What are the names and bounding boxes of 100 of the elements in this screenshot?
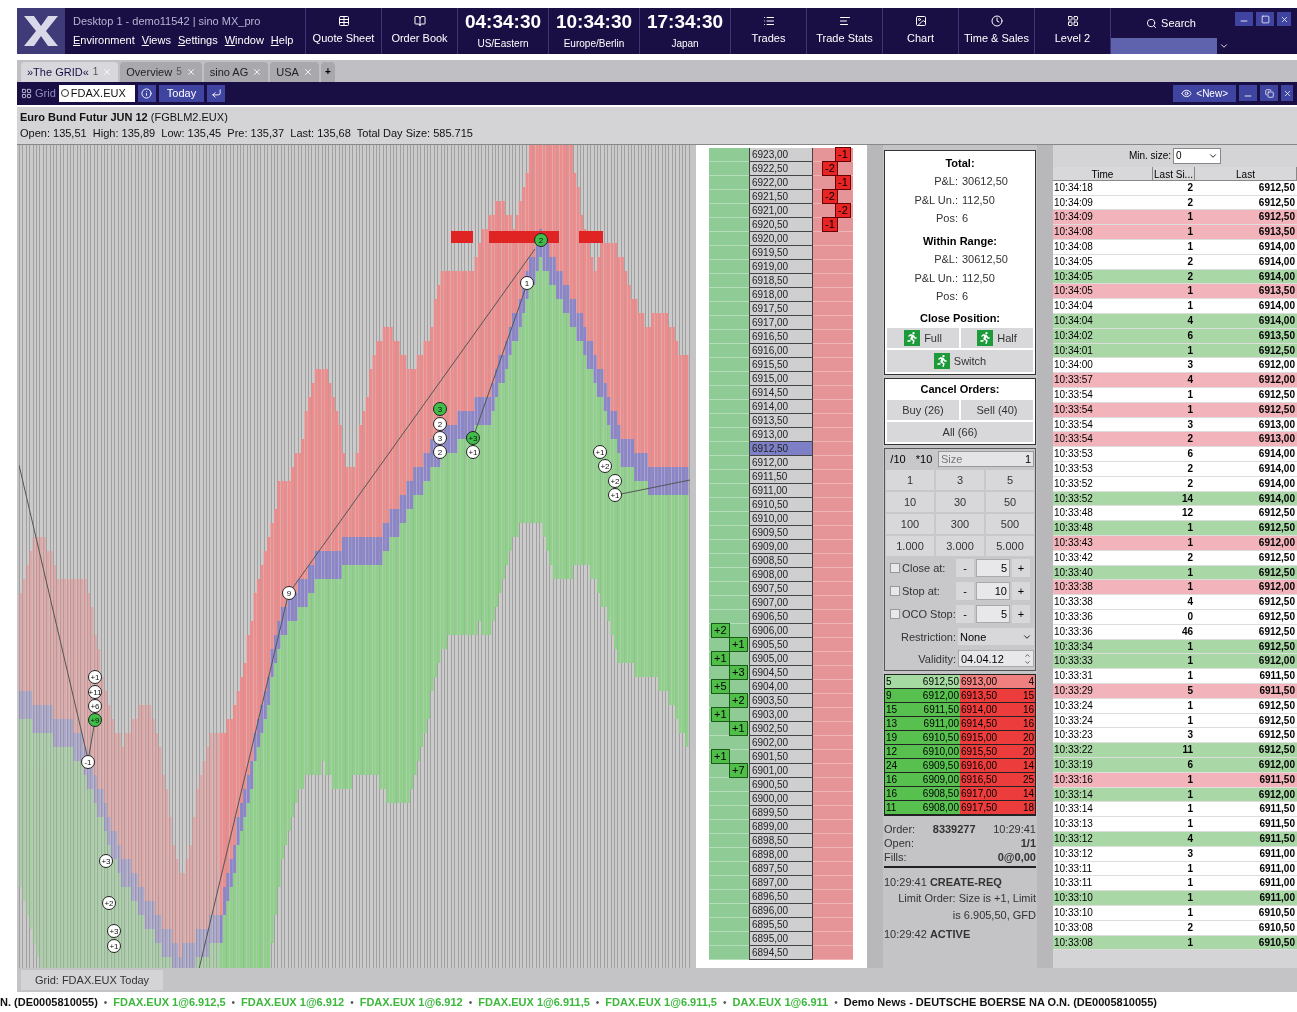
bid-cell[interactable]: +2 — [709, 623, 749, 638]
size-preset-button[interactable]: 3 — [936, 469, 984, 490]
enter-button[interactable] — [207, 84, 226, 102]
bid-cell[interactable]: +1 — [709, 721, 749, 736]
size-preset-button[interactable]: 5.000 — [986, 535, 1034, 556]
bottom-tab[interactable]: Grid: FDAX.EUX Today — [21, 970, 164, 991]
tab[interactable]: USA — [270, 61, 319, 82]
toolbar-button[interactable]: Time & Sales — [958, 8, 1034, 54]
size-cell-text: 0 — [1186, 610, 1194, 624]
cancel-buy-button[interactable]: Buy (26) — [887, 399, 959, 420]
bid-cell[interactable]: +1 — [709, 749, 749, 764]
view-button[interactable]: <New> — [1173, 84, 1236, 102]
size-field[interactable]: Size 1 — [938, 450, 1034, 467]
sell-order-badge[interactable]: -1 — [835, 146, 851, 162]
size-preset-button[interactable]: 5 — [986, 469, 1034, 490]
restriction-dropdown[interactable]: None — [958, 628, 1034, 646]
size-preset-button[interactable]: 30 — [936, 491, 984, 512]
increment-button[interactable]: + — [1012, 559, 1030, 578]
increment-button[interactable]: + — [1012, 605, 1030, 624]
bid-cell[interactable]: +7 — [709, 763, 749, 778]
minimize-button[interactable] — [1239, 85, 1257, 102]
column-header[interactable]: Time — [1053, 166, 1153, 180]
cancel-all-button[interactable]: All (66) — [887, 421, 1033, 442]
tab[interactable]: sino AG — [203, 61, 269, 82]
add-tab-button[interactable]: + — [320, 61, 335, 82]
decrement-button[interactable]: - — [956, 559, 974, 578]
minimize-button[interactable] — [1235, 12, 1253, 26]
toolbar-button[interactable]: Quote Sheet — [305, 8, 381, 54]
search-dropdown[interactable] — [1111, 38, 1231, 54]
size-preset-button[interactable]: 50 — [986, 491, 1034, 512]
ask-cell[interactable]: -2 — [813, 189, 853, 204]
size-preset-button[interactable]: 10 — [886, 491, 934, 512]
toolbar-button[interactable]: Level 2 — [1034, 8, 1110, 54]
maximize-button[interactable] — [1256, 12, 1274, 26]
size-cell-text: 1 — [1186, 861, 1194, 876]
close-button[interactable] — [1277, 12, 1291, 26]
tab[interactable]: Overview 5 — [120, 61, 202, 82]
close-half-button[interactable]: Half — [961, 328, 1033, 349]
column-header[interactable]: Last — [1195, 166, 1297, 180]
menu-item[interactable]: Settings — [177, 31, 218, 49]
ask-cell[interactable]: -1 — [813, 147, 853, 162]
restore-button[interactable] — [1260, 85, 1278, 102]
bid-cell[interactable] — [709, 147, 749, 162]
bracket-field[interactable]: 5 — [976, 559, 1010, 578]
size-preset-button[interactable]: 300 — [936, 513, 984, 534]
increment-button[interactable]: + — [1012, 582, 1030, 601]
checkbox[interactable] — [890, 609, 900, 620]
symbol-field[interactable]: FDAX.EUX — [58, 84, 135, 102]
ask-cell[interactable]: -2 — [813, 161, 853, 176]
bracket-field[interactable]: 10 — [976, 582, 1010, 601]
time-cell-text: 10:34:18 — [1053, 180, 1094, 195]
toolbar-button[interactable]: Order Book — [381, 8, 457, 54]
size-preset-button[interactable]: 500 — [986, 513, 1034, 534]
splitter-bar[interactable] — [867, 144, 883, 969]
toolbar-button[interactable]: Trades — [730, 8, 806, 54]
search-button[interactable]: Search — [1111, 8, 1231, 38]
checkbox[interactable] — [890, 586, 900, 597]
size-preset-button[interactable]: 100 — [886, 513, 934, 534]
tab[interactable]: »The GRID« 1 — [21, 61, 119, 82]
splitter-bar[interactable] — [1037, 144, 1053, 969]
price-cell[interactable]: 6923,00 — [749, 147, 813, 162]
cancel-sell-button[interactable]: Sell (40) — [961, 399, 1033, 420]
ask-cell[interactable]: -2 — [813, 203, 853, 218]
checkbox[interactable] — [890, 563, 900, 574]
multiply-button[interactable]: *10 — [912, 450, 936, 468]
bid-cell[interactable]: +3 — [709, 665, 749, 680]
switch-button[interactable]: Switch — [887, 350, 1033, 373]
size-preset-button[interactable]: 1.000 — [886, 535, 934, 556]
size-preset-button[interactable]: 3.000 — [936, 535, 984, 556]
min-size-dropdown[interactable]: 0 — [1173, 147, 1222, 164]
bracket-field[interactable]: 5 — [976, 605, 1010, 624]
size-preset-button[interactable]: 1 — [886, 469, 934, 490]
menu-item[interactable]: Help — [270, 31, 294, 49]
date-button[interactable]: Today — [158, 84, 205, 102]
toolbar-button[interactable]: Chart — [882, 8, 958, 54]
decrement-button[interactable]: - — [956, 582, 974, 601]
divide-button[interactable]: /10 — [886, 450, 910, 468]
bid-cell[interactable]: +2 — [709, 693, 749, 708]
close-tab-icon[interactable] — [102, 66, 113, 77]
column-header[interactable]: Last Si... — [1153, 166, 1195, 180]
toolbar-button[interactable]: Trade Stats — [806, 8, 882, 54]
decrement-button[interactable]: - — [956, 605, 974, 624]
close-tab-icon[interactable] — [252, 66, 263, 77]
bid-cell[interactable]: +1 — [709, 651, 749, 666]
menu-item[interactable]: Environment — [73, 31, 135, 49]
time-cell-text: 10:34:01 — [1053, 343, 1094, 358]
bid-cell[interactable]: +5 — [709, 679, 749, 694]
bid-cell[interactable]: +1 — [709, 707, 749, 722]
menu-item[interactable]: Views — [141, 31, 171, 49]
ask-cell[interactable]: -1 — [813, 217, 853, 232]
validity-field[interactable]: 04.04.12 — [958, 650, 1034, 668]
menu-item[interactable]: Window — [224, 31, 264, 49]
info-button[interactable] — [137, 84, 156, 102]
close-full-button[interactable]: Full — [887, 328, 959, 349]
size-cell-text: 11 — [1181, 743, 1194, 757]
close-tab-icon[interactable] — [302, 66, 313, 77]
close-button[interactable] — [1281, 85, 1293, 102]
bid-cell[interactable]: +1 — [709, 637, 749, 652]
close-tab-icon[interactable] — [185, 66, 196, 77]
ask-cell[interactable]: -1 — [813, 175, 853, 190]
